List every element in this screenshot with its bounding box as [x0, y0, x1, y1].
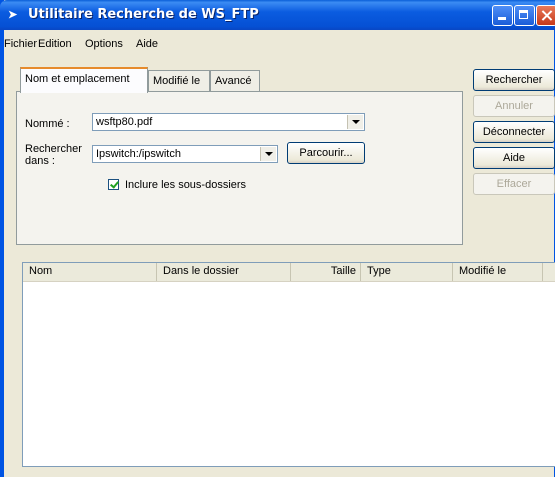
- browse-button[interactable]: Parcourir...: [287, 142, 365, 164]
- named-label: Nommé :: [25, 118, 70, 130]
- minimize-button[interactable]: [492, 5, 513, 26]
- search-in-value: Ipswitch:/ipswitch: [96, 148, 181, 160]
- chevron-down-icon[interactable]: [347, 115, 363, 129]
- tab-label: Modifié le: [153, 75, 201, 87]
- cancel-button[interactable]: Annuler: [473, 95, 555, 117]
- column-nom[interactable]: Nom: [23, 263, 157, 281]
- tab-label: Nom et emplacement: [25, 73, 130, 85]
- window-title: Utilitaire Recherche de WS_FTP: [28, 7, 259, 22]
- search-window: ➤ Utilitaire Recherche de WS_FTP Fichier…: [0, 0, 555, 477]
- column-dossier[interactable]: Dans le dossier: [157, 263, 291, 281]
- menu-edition[interactable]: Edition: [38, 38, 72, 50]
- results-list[interactable]: Nom Dans le dossier Taille Type Modifié …: [22, 262, 555, 467]
- column-modifie[interactable]: Modifié le: [453, 263, 543, 281]
- menu-bar: Fichier Edition Options Aide: [4, 38, 554, 56]
- disconnect-button[interactable]: Déconnecter: [473, 121, 555, 143]
- search-in-label-2: dans :: [25, 155, 55, 167]
- column-taille[interactable]: Taille: [291, 263, 361, 281]
- app-icon: ➤: [8, 9, 17, 21]
- maximize-button[interactable]: [514, 5, 535, 26]
- menu-aide[interactable]: Aide: [136, 38, 158, 50]
- tab-modifie-le[interactable]: Modifié le: [148, 70, 210, 92]
- include-subfolders-checkbox[interactable]: [108, 179, 119, 190]
- named-value: wsftp80.pdf: [96, 116, 153, 128]
- column-type[interactable]: Type: [361, 263, 453, 281]
- search-button[interactable]: Rechercher: [473, 69, 555, 91]
- chevron-down-icon[interactable]: [260, 147, 276, 161]
- clear-button[interactable]: Effacer: [473, 173, 555, 195]
- menu-options[interactable]: Options: [85, 38, 123, 50]
- search-in-combo[interactable]: Ipswitch:/ipswitch: [92, 145, 278, 163]
- named-combo[interactable]: wsftp80.pdf: [92, 113, 365, 131]
- menu-fichier[interactable]: Fichier: [4, 38, 37, 50]
- tab-avance[interactable]: Avancé: [210, 70, 260, 92]
- close-button[interactable]: [536, 5, 555, 26]
- results-header: Nom Dans le dossier Taille Type Modifié …: [23, 263, 555, 282]
- help-button[interactable]: Aide: [473, 147, 555, 169]
- search-in-label: Rechercher: [25, 143, 82, 155]
- tab-nom-et-emplacement[interactable]: Nom et emplacement: [20, 67, 148, 93]
- title-bar[interactable]: ➤ Utilitaire Recherche de WS_FTP: [0, 0, 555, 30]
- tab-label: Avancé: [215, 75, 252, 87]
- include-subfolders-label[interactable]: Inclure les sous-dossiers: [125, 179, 246, 191]
